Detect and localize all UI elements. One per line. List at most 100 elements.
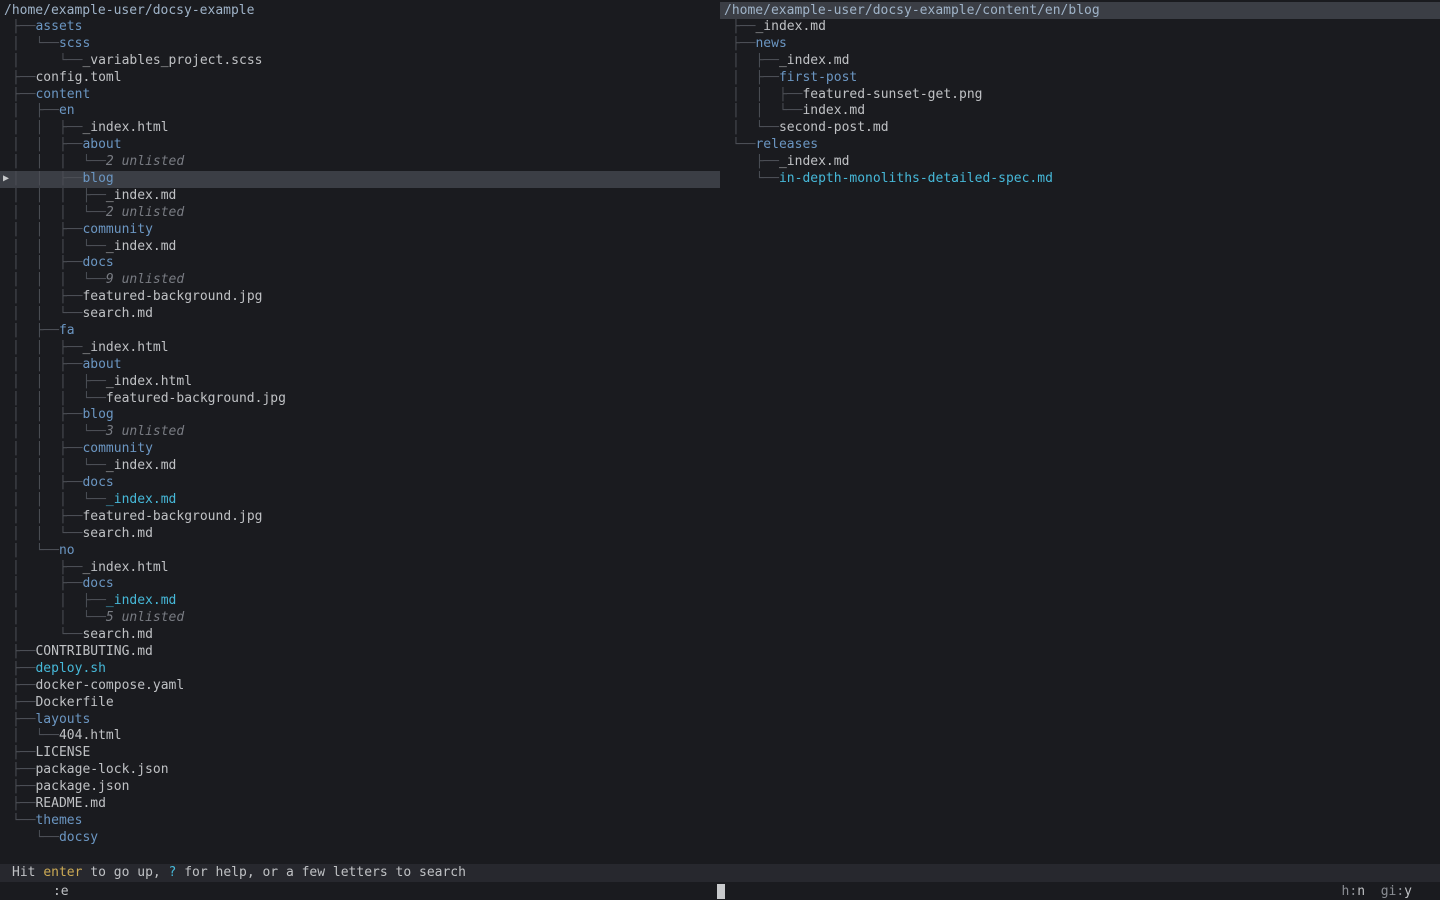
tree-row[interactable]: │ │ ├──featured-background.jpg bbox=[0, 289, 720, 306]
tree-row[interactable]: │ ├──en bbox=[0, 103, 720, 120]
tree-row[interactable]: │ │ └──index.md bbox=[720, 103, 1440, 120]
left-panel-input[interactable]: :e bbox=[0, 869, 717, 900]
tree-row[interactable]: │ │ ├──featured-background.jpg bbox=[0, 509, 720, 526]
tree-row[interactable]: └──releases bbox=[720, 137, 1440, 154]
toggle-flags: h:n gi:y bbox=[1342, 884, 1412, 899]
tree-row[interactable]: │ │ │ └──_index.md bbox=[0, 239, 720, 256]
tree-row[interactable]: │ │ ├──_index.md bbox=[0, 593, 720, 610]
tree-row[interactable]: └──themes bbox=[0, 813, 720, 830]
dir-name: content bbox=[35, 87, 90, 102]
unlisted-label: 3 unlisted bbox=[106, 424, 184, 439]
dir-name: first-post bbox=[779, 70, 857, 85]
tree-row[interactable]: └──docsy bbox=[0, 830, 720, 847]
tree-row[interactable]: │ │ └──search.md bbox=[0, 306, 720, 323]
tree-row[interactable]: │ │ │ └──9 unlisted bbox=[0, 272, 720, 289]
tree-row[interactable]: │ └──search.md bbox=[0, 627, 720, 644]
tree-row[interactable]: │ │ │ └──3 unlisted bbox=[0, 424, 720, 441]
tree-row[interactable]: │ └──_variables_project.scss bbox=[0, 53, 720, 70]
tree-row[interactable]: │ │ ├──_index.html bbox=[0, 120, 720, 137]
tree-branch: ├── bbox=[12, 644, 35, 659]
tree-branch: │ │ ├── bbox=[12, 120, 82, 135]
dir-name: docsy bbox=[59, 830, 98, 845]
tree-row[interactable]: │ │ ├──blog bbox=[0, 407, 720, 424]
tree-row[interactable]: ├──deploy.sh bbox=[0, 661, 720, 678]
tree-row[interactable]: ├──CONTRIBUTING.md bbox=[0, 644, 720, 661]
tree-row[interactable]: │ │ ├──docs bbox=[0, 255, 720, 272]
tree-row[interactable]: │ ├──_index.html bbox=[0, 560, 720, 577]
tree-row[interactable]: ▶│ │ ├──blog bbox=[0, 171, 720, 188]
tree-row[interactable]: │ │ │ ├──_index.md bbox=[0, 188, 720, 205]
text-cursor-icon bbox=[717, 884, 725, 899]
tree-branch: │ └── bbox=[12, 36, 59, 51]
tree-row[interactable]: │ │ │ └──2 unlisted bbox=[0, 205, 720, 222]
tree-row[interactable]: ├──package-lock.json bbox=[0, 762, 720, 779]
tree-row[interactable]: │ └──scss bbox=[0, 36, 720, 53]
tree-row[interactable]: │ │ ├──community bbox=[0, 222, 720, 239]
tree-row[interactable]: │ │ ├──community bbox=[0, 441, 720, 458]
tree-row[interactable]: ├──package.json bbox=[0, 779, 720, 796]
file-name: search.md bbox=[82, 526, 152, 541]
file-name: second-post.md bbox=[779, 120, 889, 135]
dir-name: news bbox=[755, 36, 786, 51]
tree-row[interactable]: ├──README.md bbox=[0, 796, 720, 813]
tree-row[interactable]: │ │ │ └──_index.md bbox=[0, 458, 720, 475]
tree-row[interactable]: ├──content bbox=[0, 87, 720, 104]
tree-row[interactable]: │ ├──_index.md bbox=[720, 53, 1440, 70]
dir-name: layouts bbox=[35, 712, 90, 727]
tree-row[interactable]: ├──layouts bbox=[0, 712, 720, 729]
tree-branch: │ │ ├── bbox=[12, 357, 82, 372]
file-name: deploy.sh bbox=[35, 661, 105, 676]
tree-branch: │ │ ├── bbox=[12, 441, 82, 456]
tree-row[interactable]: ├──assets bbox=[0, 19, 720, 36]
unlisted-label: 2 unlisted bbox=[106, 205, 184, 220]
right-panel-header: /home/example-user/docsy-example/content… bbox=[720, 2, 1440, 19]
tree-row[interactable]: ├──docker-compose.yaml bbox=[0, 678, 720, 695]
dir-name: blog bbox=[82, 171, 113, 186]
tree-row[interactable]: │ │ └──5 unlisted bbox=[0, 610, 720, 627]
tree-row[interactable]: ├──_index.md bbox=[720, 19, 1440, 36]
right-panel-input[interactable]: h:n gi:y bbox=[717, 884, 1440, 899]
tree-row[interactable]: │ └──no bbox=[0, 543, 720, 560]
tree-branch: ├── bbox=[12, 712, 35, 727]
tree-branch: │ │ ├── bbox=[12, 137, 82, 152]
tree-row[interactable]: │ │ ├──_index.html bbox=[0, 340, 720, 357]
tree-row[interactable]: │ │ ├──about bbox=[0, 137, 720, 154]
tree-row[interactable]: ├──LICENSE bbox=[0, 745, 720, 762]
tree-row[interactable]: │ ├──docs bbox=[0, 576, 720, 593]
tree-branch: ├── bbox=[12, 779, 35, 794]
dir-name: themes bbox=[35, 813, 82, 828]
unlisted-label: 9 unlisted bbox=[106, 272, 184, 287]
tree-row[interactable]: │ └──404.html bbox=[0, 728, 720, 745]
tree-branch: │ │ └── bbox=[12, 610, 106, 625]
tree-branch: ├── bbox=[12, 87, 35, 102]
file-name: _index.md bbox=[779, 154, 849, 169]
tree-branch: │ │ │ └── bbox=[12, 458, 106, 473]
tree-row[interactable]: ├──news bbox=[720, 36, 1440, 53]
tree-row[interactable]: │ ├──first-post bbox=[720, 70, 1440, 87]
tree-branch: │ ├── bbox=[12, 103, 59, 118]
tree-row[interactable]: │ │ ├──docs bbox=[0, 475, 720, 492]
tree-row[interactable]: │ │ │ └──2 unlisted bbox=[0, 154, 720, 171]
tree-branch: ├── bbox=[12, 695, 35, 710]
dir-name: docs bbox=[82, 576, 113, 591]
tree-row[interactable]: │ │ ├──featured-sunset-get.png bbox=[720, 87, 1440, 104]
tree-row[interactable]: ├──config.toml bbox=[0, 70, 720, 87]
tree-row[interactable]: │ └──second-post.md bbox=[720, 120, 1440, 137]
file-name: search.md bbox=[82, 627, 152, 642]
tree-row[interactable]: │ ├──fa bbox=[0, 323, 720, 340]
tree-row[interactable]: ├──Dockerfile bbox=[0, 695, 720, 712]
tree-row[interactable]: │ │ │ └──_index.md bbox=[0, 492, 720, 509]
tree-row[interactable]: ├──_index.md bbox=[720, 154, 1440, 171]
tree-row[interactable]: │ │ ├──about bbox=[0, 357, 720, 374]
tree-row[interactable]: │ │ └──search.md bbox=[0, 526, 720, 543]
dir-name: about bbox=[82, 137, 121, 152]
tree-row[interactable]: │ │ │ └──featured-background.jpg bbox=[0, 391, 720, 408]
tree-row[interactable]: └──in-depth-monoliths-detailed-spec.md bbox=[720, 171, 1440, 188]
file-name: package.json bbox=[35, 779, 129, 794]
tree-branch: └── bbox=[732, 137, 755, 152]
tree-row[interactable]: │ │ │ ├──_index.html bbox=[0, 374, 720, 391]
tree-branch: ├── bbox=[12, 661, 35, 676]
tree-branch: │ │ │ ├── bbox=[12, 188, 106, 203]
tree-branch: ├── bbox=[12, 762, 35, 777]
unlisted-label: 2 unlisted bbox=[106, 154, 184, 169]
